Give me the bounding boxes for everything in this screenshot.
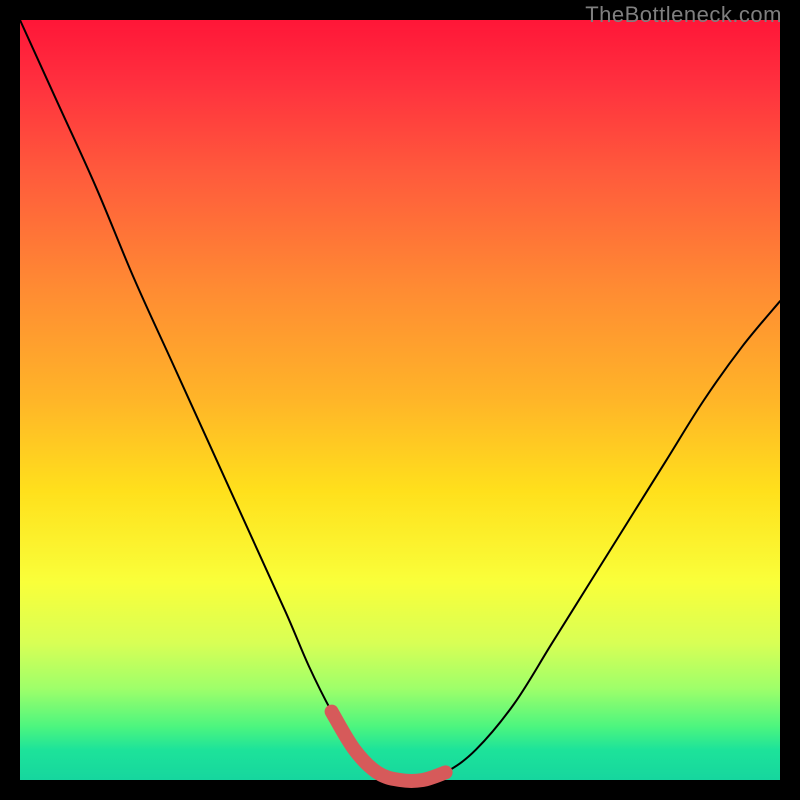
watermark-text: TheBottleneck.com xyxy=(585,2,782,28)
curve-svg xyxy=(20,20,780,780)
bottleneck-curve xyxy=(20,20,780,781)
chart-frame: TheBottleneck.com xyxy=(0,0,800,800)
plot-area xyxy=(20,20,780,780)
bottleneck-highlight xyxy=(332,712,446,781)
